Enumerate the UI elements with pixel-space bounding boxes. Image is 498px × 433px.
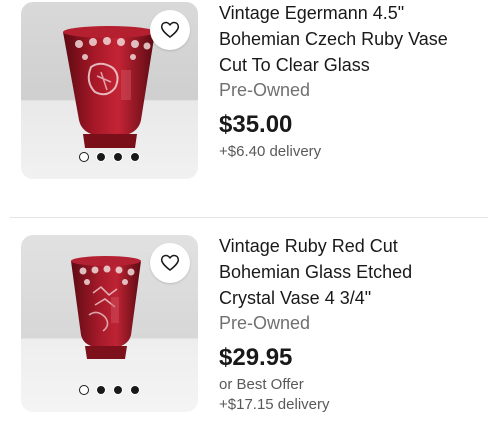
listing-delivery: +$6.40 delivery	[219, 143, 322, 160]
listing-card[interactable]: Vintage Egermann 4.5" Bohemian Czech Rub…	[0, 0, 498, 214]
listing-condition: Pre-Owned	[219, 80, 311, 100]
listing-info: Vintage Egermann 4.5" Bohemian Czech Rub…	[219, 0, 489, 162]
heart-outline-icon	[160, 21, 180, 38]
listing-image[interactable]	[21, 235, 198, 412]
watch-button[interactable]	[150, 10, 190, 50]
listing-divider	[10, 217, 488, 218]
pagination-dot[interactable]	[96, 385, 106, 395]
image-pagination-dots	[21, 385, 198, 395]
pagination-dot[interactable]	[130, 152, 140, 162]
listing-title[interactable]: Vintage Egermann 4.5" Bohemian Czech Rub…	[219, 0, 489, 78]
image-pagination-dots	[21, 152, 198, 162]
pagination-dot[interactable]	[130, 385, 140, 395]
pagination-dot[interactable]	[79, 385, 89, 395]
pagination-dot[interactable]	[96, 152, 106, 162]
pagination-dot[interactable]	[113, 385, 123, 395]
listing-title[interactable]: Vintage Ruby Red Cut Bohemian Glass Etch…	[219, 233, 489, 311]
listing-best-offer: or Best Offer	[219, 376, 304, 393]
watch-button[interactable]	[150, 243, 190, 283]
listing-card[interactable]: Vintage Ruby Red Cut Bohemian Glass Etch…	[0, 222, 498, 433]
listing-delivery: +$17.15 delivery	[219, 396, 330, 413]
listing-price: $29.95	[219, 344, 293, 371]
listing-price: $35.00	[219, 111, 293, 138]
listing-image[interactable]	[21, 2, 198, 179]
listing-info: Vintage Ruby Red Cut Bohemian Glass Etch…	[219, 233, 489, 415]
heart-outline-icon	[160, 254, 180, 271]
listing-condition: Pre-Owned	[219, 313, 311, 333]
pagination-dot[interactable]	[79, 152, 89, 162]
pagination-dot[interactable]	[113, 152, 123, 162]
